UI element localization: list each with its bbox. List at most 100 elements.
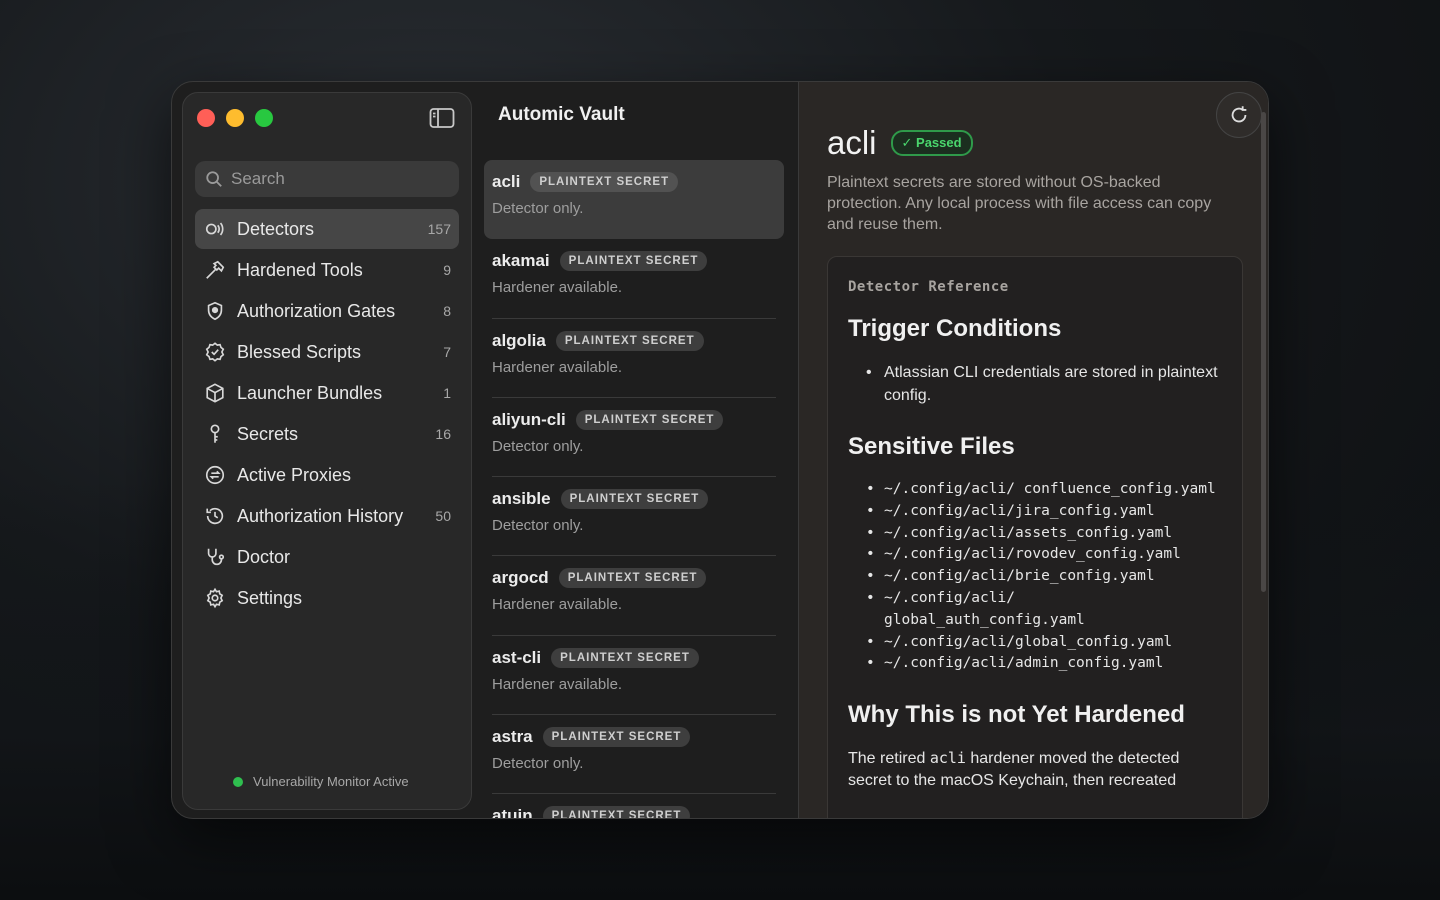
sidebar-item-count: 8 [443, 303, 451, 319]
sidebar-item-label: Detectors [237, 218, 315, 239]
status-indicator-icon [233, 776, 243, 787]
list-item-subtitle: Detector only. [492, 200, 584, 217]
files-list: ~/.config/acli/ confluence_config.yaml ~… [848, 479, 1222, 675]
sidebar-item-authorization-history[interactable]: Authorization History 50 [195, 496, 459, 536]
page-title: acli [827, 124, 877, 161]
list-item-name: astra [492, 727, 533, 747]
status-badge: PLAINTEXT SECRET [542, 806, 691, 818]
sidebar: Detectors 157 Hardened Tools 9 Authoriza… [182, 92, 472, 810]
sidebar-item-label: Authorization History [237, 505, 404, 526]
checkmark-seal-icon [203, 340, 227, 364]
status-text: Vulnerability Monitor Active [253, 774, 409, 789]
why-text-pre: The retired [848, 750, 930, 768]
list-item-name: argocd [492, 568, 549, 588]
sidebar-item-count: 16 [435, 426, 451, 442]
detail-header: acli ✓ Passed [827, 124, 973, 162]
list-item[interactable]: ansible PLAINTEXT SECRET Detector only. [484, 477, 784, 557]
search-input[interactable] [231, 169, 451, 189]
list-title: Automic Vault [498, 104, 625, 125]
list-item[interactable]: aliyun-cli PLAINTEXT SECRET Detector only… [484, 398, 784, 478]
detector-list-pane: Automic Vault acli PLAINTEXT SECRET Detec… [474, 82, 1084, 819]
status-badge: ✓ Passed [890, 130, 973, 156]
sidebar-item-doctor[interactable]: Doctor [195, 537, 459, 577]
window-controls [197, 109, 273, 127]
detector-icon [203, 217, 227, 241]
list-item[interactable]: ast-cli PLAINTEXT SECRET Hardener availab… [484, 636, 784, 716]
list-item-name: ansible [492, 489, 551, 509]
minimize-button[interactable] [226, 109, 244, 127]
status-badge: PLAINTEXT SECRET [560, 489, 709, 510]
sidebar-item-hardened-tools[interactable]: Hardened Tools 9 [195, 250, 459, 290]
shield-icon [203, 299, 227, 323]
sidebar-item-count: 9 [443, 262, 451, 278]
list-item-subtitle: Detector only. [492, 437, 584, 455]
sidebar-nav: Detectors 157 Hardened Tools 9 Authoriza… [195, 209, 459, 619]
zoom-button[interactable] [255, 109, 273, 127]
list-item: Atlassian CLI credentials are stored in … [866, 361, 1222, 407]
status-badge: PLAINTEXT SECRET [559, 251, 708, 272]
close-button[interactable] [197, 109, 215, 127]
sidebar-item-active-proxies[interactable]: Active Proxies [195, 455, 459, 495]
sidebar-item-label: Settings [237, 587, 303, 608]
hammer-icon [203, 258, 227, 282]
list-item[interactable]: acli PLAINTEXT SECRET Detector only. [484, 160, 784, 240]
list-item[interactable]: argocd PLAINTEXT SECRET Hardener availabl… [484, 556, 784, 637]
list-item: ~/.config/acli/ global_auth_config.yaml [866, 588, 1222, 632]
why-text: The retired acli hardener moved the dete… [848, 747, 1222, 792]
list-item-name: ast-cli [492, 647, 542, 667]
list-item: ~/.config/acli/assets_config.yaml [866, 523, 1222, 545]
trigger-heading: Trigger Conditions [848, 315, 1062, 342]
detail-pane: acli ✓ Passed Plaintext secrets are stor… [798, 82, 1268, 818]
list-item-name: acli [492, 172, 521, 191]
why-heading: Why This is not Yet Hardened [848, 701, 1185, 729]
list-item-name: aliyun-cli [492, 409, 566, 429]
list-item-name: algolia [492, 330, 546, 350]
sidebar-item-settings[interactable]: Settings [195, 578, 459, 618]
search-field[interactable] [195, 161, 459, 197]
sidebar-item-launcher-bundles[interactable]: Launcher Bundles 1 [195, 373, 459, 413]
refresh-button[interactable] [1216, 92, 1262, 138]
list-item: ~/.config/acli/rovodev_config.yaml [866, 544, 1222, 566]
detector-reference-card: Detector Reference Trigger Conditions At… [827, 256, 1243, 818]
proxy-icon [203, 463, 227, 487]
list-item: ~/.config/acli/jira_config.yaml [866, 501, 1222, 523]
list-item[interactable]: akamai PLAINTEXT SECRET Hardener availabl… [484, 239, 784, 319]
cube-icon [203, 381, 227, 405]
list-item-name: akamai [492, 251, 550, 271]
gear-icon [203, 586, 227, 610]
list-item[interactable]: astra PLAINTEXT SECRET Detector only. [484, 715, 784, 795]
sidebar-item-count: 1 [443, 385, 451, 401]
key-icon [203, 422, 227, 446]
files-heading: Sensitive Files [848, 433, 1015, 460]
app-window: Detectors 157 Hardened Tools 9 Authoriza… [171, 81, 1269, 819]
sidebar-item-authorization-gates[interactable]: Authorization Gates 8 [195, 291, 459, 331]
sidebar-item-blessed-scripts[interactable]: Blessed Scripts 7 [195, 332, 459, 372]
status-badge: PLAINTEXT SECRET [542, 727, 691, 748]
status-badge: PLAINTEXT SECRET [530, 172, 679, 192]
list-item-subtitle: Detector only. [492, 755, 584, 773]
detector-list[interactable]: acli PLAINTEXT SECRET Detector only. akam… [484, 160, 784, 819]
sidebar-item-detectors[interactable]: Detectors 157 [195, 209, 459, 249]
why-text-code: acli [929, 749, 966, 768]
list-item: ~/.config/acli/ confluence_config.yaml [866, 479, 1222, 501]
status-badge: PLAINTEXT SECRET [551, 647, 699, 668]
detail-scrollbar[interactable] [1261, 112, 1266, 592]
list-item-subtitle: Hardener available. [492, 358, 623, 376]
search-icon [206, 171, 222, 187]
sidebar-item-label: Active Proxies [237, 464, 352, 485]
list-item: ~/.config/acli/admin_config.yaml [866, 653, 1222, 675]
status-badge: PLAINTEXT SECRET [558, 568, 707, 589]
list-item: ~/.config/acli/brie_config.yaml [866, 566, 1222, 588]
list-item: ~/.config/acli/global_config.yaml [866, 632, 1222, 654]
sidebar-item-count: 50 [435, 508, 451, 524]
sidebar-toggle-icon[interactable] [429, 107, 455, 129]
sidebar-item-label: Blessed Scripts [237, 341, 362, 362]
list-item[interactable]: atuin PLAINTEXT SECRET [484, 794, 784, 819]
sidebar-item-label: Doctor [237, 546, 291, 567]
list-item-name: atuin [492, 806, 533, 819]
sidebar-item-secrets[interactable]: Secrets 16 [195, 414, 459, 454]
stethoscope-icon [203, 545, 227, 569]
detail-description: Plaintext secrets are stored without OS-… [827, 174, 1212, 233]
sidebar-item-label: Secrets [237, 423, 299, 444]
list-item[interactable]: algolia PLAINTEXT SECRET Hardener availab… [484, 319, 784, 399]
